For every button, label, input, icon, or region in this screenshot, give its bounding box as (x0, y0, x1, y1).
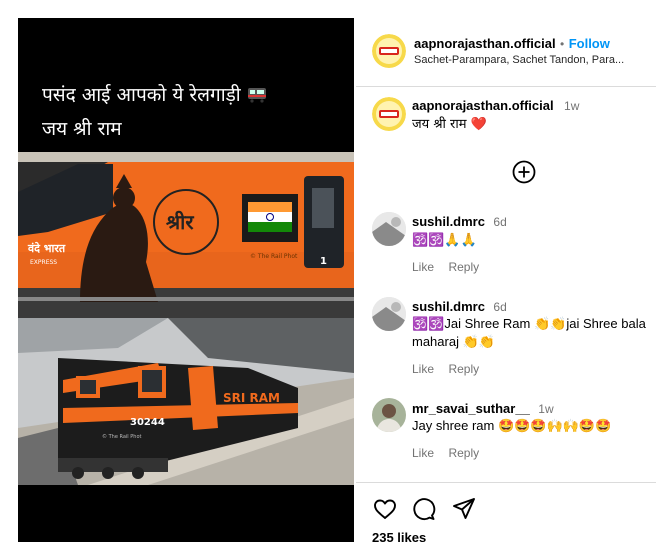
comment-username[interactable]: sushil.dmrc (412, 299, 485, 314)
comment-age[interactable]: 1w (538, 402, 553, 416)
commenter-avatar[interactable] (372, 297, 406, 331)
train-photo-vande-bharat: श्रीर वंदे भारत EXPRESS © The Rail Phot … (18, 152, 354, 318)
train-top-watermark: © The Rail Phot (250, 253, 298, 260)
post-header: aapnorajasthan.official • Follow (414, 35, 610, 53)
overlay-line1: पसंद आई आपको ये रेलगाड़ी (42, 84, 241, 106)
caption-avatar[interactable] (372, 97, 406, 131)
caption-age[interactable]: 1w (564, 99, 579, 113)
comment-icon[interactable] (411, 496, 437, 522)
comment-like-button[interactable]: Like (412, 260, 434, 274)
train-bottom-number: 30244 (130, 417, 165, 428)
comment-header: mr_savai_suthar__ 1w (412, 400, 554, 418)
left-gutter (0, 0, 18, 542)
comment-username[interactable]: mr_savai_suthar__ (412, 401, 530, 416)
comment-header: sushil.dmrc 6d (412, 213, 507, 231)
overlay-line2: जय श्री राम (42, 118, 122, 140)
comment-reply-button[interactable]: Reply (448, 362, 479, 376)
caption-username[interactable]: aapnorajasthan.official (412, 98, 554, 113)
plus-circle-icon[interactable] (512, 160, 536, 184)
train-top-brand-sub: EXPRESS (30, 259, 57, 266)
comment-reply-button[interactable]: Reply (448, 446, 479, 460)
train-top-text: श्रीर (166, 210, 194, 234)
caption-text-row: जय श्री राम ❤️ (412, 114, 487, 132)
caption-heart: ❤️ (470, 117, 487, 132)
author-avatar[interactable] (372, 34, 406, 68)
likes-count[interactable]: 235 likes (372, 530, 426, 545)
heart-icon[interactable] (372, 496, 398, 522)
comment-actions: Like Reply (412, 360, 479, 378)
send-icon[interactable] (451, 496, 477, 522)
comment-username[interactable]: sushil.dmrc (412, 214, 485, 229)
train-top-number: 1 (320, 256, 327, 267)
caption-text: जय श्री राम (412, 117, 467, 132)
comment-age[interactable]: 6d (493, 215, 506, 229)
train-emoji-icon (247, 85, 267, 103)
media-caption-overlay: पसंद आई आपको ये रेलगाड़ी जय श्री राम (42, 78, 342, 146)
header-divider (356, 86, 656, 87)
comment-text-line1: 🕉️🕉️Jai Shree Ram 👏👏jai Shree bala (412, 316, 646, 331)
comment-header: sushil.dmrc 6d (412, 298, 507, 316)
train-bottom-text: SRI RAM (223, 391, 280, 405)
actions-divider (356, 482, 656, 483)
train-photo-sri-ram-loco: SRI RAM 30244 © The Rail Phot (18, 318, 354, 485)
caption-header: aapnorajasthan.official 1w (412, 97, 579, 115)
comment-like-button[interactable]: Like (412, 446, 434, 460)
comment-text-line2: maharaj 👏👏 (412, 334, 495, 349)
train-top-brand: वंदे भारत (27, 241, 66, 255)
author-username[interactable]: aapnorajasthan.official (414, 36, 556, 51)
comment-text: Jay shree ram 🤩🤩🤩🙌🙌🤩🤩 (412, 418, 612, 433)
comment-text: 🕉️🕉️🙏🙏 (412, 232, 477, 247)
comment-actions: Like Reply (412, 444, 479, 462)
comment-age[interactable]: 6d (493, 300, 506, 314)
comment-like-button[interactable]: Like (412, 362, 434, 376)
comment-actions: Like Reply (412, 258, 479, 276)
audio-attribution[interactable]: Sachet-Parampara, Sachet Tandon, Para... (414, 54, 624, 66)
header-separator: • (560, 37, 565, 51)
follow-button[interactable]: Follow (569, 36, 610, 51)
commenter-avatar[interactable] (372, 398, 406, 432)
commenter-avatar[interactable] (372, 212, 406, 246)
post-media[interactable]: पसंद आई आपको ये रेलगाड़ी जय श्री राम श्र… (18, 18, 354, 542)
comment-reply-button[interactable]: Reply (448, 260, 479, 274)
train-bottom-watermark: © The Rail Phot (102, 433, 142, 440)
